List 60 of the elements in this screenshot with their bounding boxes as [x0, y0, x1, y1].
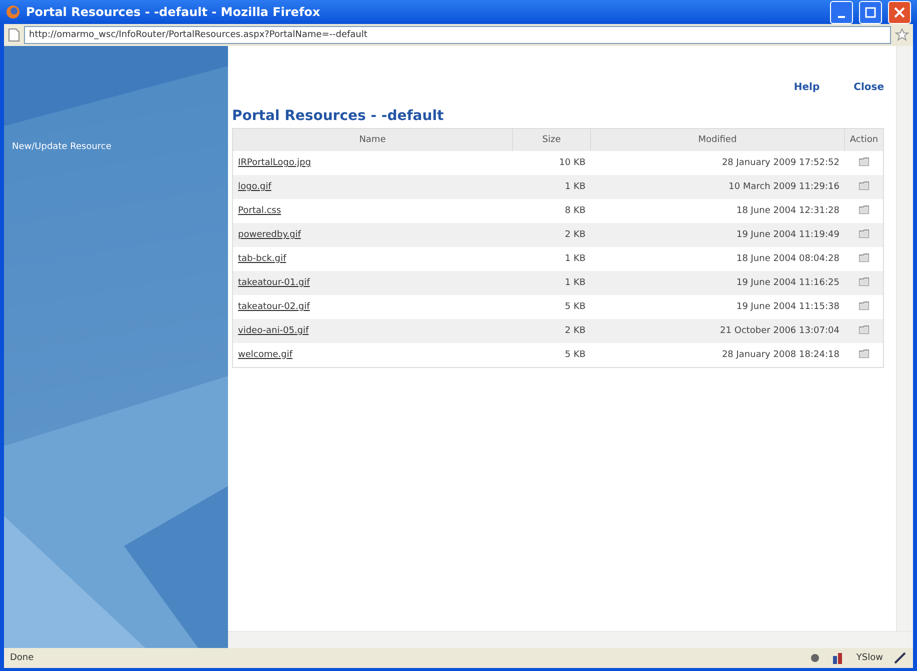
folder-icon[interactable] [858, 277, 869, 286]
status-text: Done [10, 653, 35, 663]
folder-icon[interactable] [858, 205, 869, 214]
modified-cell: 28 January 2008 18:24:18 [590, 343, 844, 367]
modified-cell: 18 June 2004 12:31:28 [590, 199, 844, 223]
pen-icon[interactable] [893, 652, 907, 664]
header-link[interactable]: Help [794, 82, 820, 93]
maximize-icon [865, 6, 876, 18]
minimize-button[interactable] [830, 0, 853, 24]
column-header: Action [844, 128, 884, 151]
size-cell: 2 KB [512, 319, 591, 343]
star-icon[interactable] [895, 28, 909, 42]
size-cell: 5 KB [512, 343, 591, 367]
page-title: Portal Resources - -default [232, 108, 445, 126]
folder-icon[interactable] [858, 325, 869, 334]
size-cell: 2 KB [512, 223, 591, 247]
file-link[interactable]: logo.gif [238, 182, 272, 192]
modified-cell: 28 January 2009 17:52:52 [590, 151, 844, 175]
folder-icon[interactable] [858, 301, 869, 310]
folder-icon[interactable] [858, 181, 869, 190]
size-cell: 1 KB [512, 271, 591, 295]
folder-icon[interactable] [858, 348, 869, 358]
modified-cell: 10 March 2009 11:29:16 [590, 175, 844, 199]
folder-icon[interactable] [858, 253, 869, 262]
file-link[interactable]: video-ani-05.gif [238, 326, 309, 336]
column-header: Size [512, 128, 591, 151]
sidebar-link[interactable]: New/Update Resource [12, 142, 112, 152]
modified-cell: 19 June 2004 11:19:49 [590, 223, 844, 247]
file-link[interactable]: takeatour-02.gif [238, 302, 310, 312]
modified-cell: 18 June 2004 08:04:28 [590, 247, 844, 271]
modified-cell: 21 October 2006 13:07:04 [590, 319, 844, 343]
maximize-button[interactable] [859, 0, 882, 24]
file-link[interactable]: Portal.css [238, 206, 282, 216]
folder-icon[interactable] [858, 229, 869, 238]
yslow-label[interactable]: YSlow [856, 653, 883, 663]
modified-cell: 19 June 2004 11:16:25 [590, 271, 844, 295]
vertical-scrollbar[interactable] [896, 46, 913, 631]
browser-logo-icon [6, 5, 20, 19]
file-link[interactable]: IRPortalLogo.jpg [238, 158, 311, 168]
horizontal-scrollbar[interactable] [228, 631, 913, 648]
minimize-icon [838, 16, 845, 18]
file-link[interactable]: welcome.gif [238, 350, 292, 360]
size-cell: 5 KB [512, 295, 591, 319]
column-header: Modified [590, 128, 844, 151]
header-link[interactable]: Close [854, 82, 884, 93]
window-title: Portal Resources - -default - Mozilla Firefox [26, 5, 322, 19]
file-link[interactable]: poweredby.gif [238, 230, 301, 240]
size-cell: 1 KB [512, 175, 591, 199]
folder-icon[interactable] [858, 157, 869, 166]
close-button[interactable] [888, 0, 911, 24]
size-cell: 1 KB [512, 247, 591, 271]
close-icon [894, 6, 905, 18]
column-header: Name [232, 128, 512, 151]
file-link[interactable]: tab-bck.gif [238, 254, 286, 264]
page-icon [8, 28, 20, 42]
size-cell: 8 KB [512, 199, 591, 223]
address-field[interactable]: http://omarmo_wsc/InfoRouter/PortalResources.aspx?PortalName=--default [24, 26, 891, 44]
modified-cell: 19 June 2004 11:15:38 [590, 295, 844, 319]
size-cell: 10 KB [512, 151, 591, 175]
file-link[interactable]: takeatour-01.gif [238, 278, 310, 288]
